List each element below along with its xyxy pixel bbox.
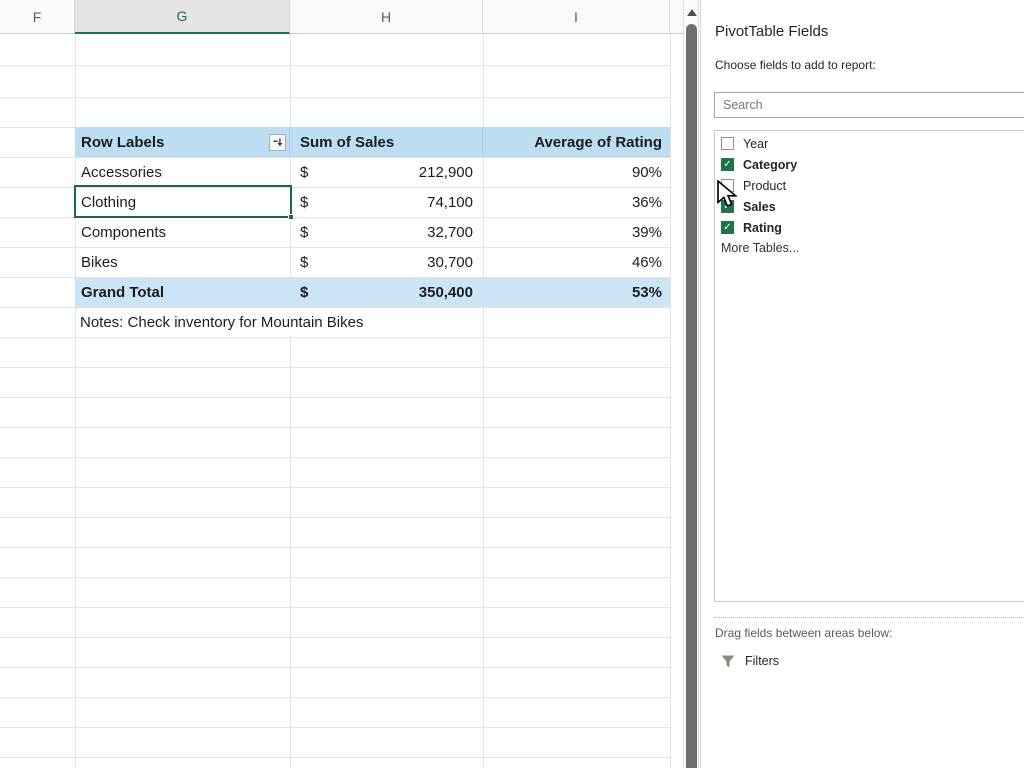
cell-text: 53% bbox=[632, 284, 662, 301]
currency-symbol: $ bbox=[300, 284, 308, 301]
pivot-header-sales-cell[interactable]: Sum of Sales bbox=[290, 127, 483, 157]
gridline-vertical bbox=[670, 34, 671, 768]
pivot-header-row: Row Labels Sum of Sales Average of Ratin… bbox=[75, 127, 670, 157]
currency-symbol: $ bbox=[300, 194, 308, 211]
currency-symbol: $ bbox=[300, 164, 308, 181]
cell-rating[interactable]: 39% bbox=[483, 217, 670, 247]
pane-subtitle: Choose fields to add to report: bbox=[715, 58, 876, 72]
column-header-F[interactable]: F bbox=[0, 0, 75, 34]
cell-text: 74,100 bbox=[427, 194, 473, 211]
field-item-year[interactable]: Year bbox=[715, 133, 1024, 154]
cell-text: 32,700 bbox=[427, 224, 473, 241]
cell-text: 46% bbox=[632, 254, 662, 271]
average-of-rating-text: Average of Rating bbox=[534, 134, 662, 151]
cell-sales[interactable]: $212,900 bbox=[290, 157, 483, 187]
pivot-header-row-labels-cell[interactable]: Row Labels bbox=[75, 127, 290, 157]
checkbox-checked-icon[interactable] bbox=[721, 158, 734, 171]
pivottable-fields-pane: PivotTable Fields Choose fields to add t… bbox=[700, 0, 1024, 768]
cell-text: Accessories bbox=[81, 164, 162, 181]
cell-text: Clothing bbox=[81, 194, 136, 211]
currency-symbol: $ bbox=[300, 254, 308, 271]
gridlines-horizontal bbox=[0, 34, 670, 128]
column-header-H[interactable]: H bbox=[290, 0, 483, 34]
column-letter: G bbox=[177, 8, 188, 24]
field-item-category[interactable]: Category bbox=[715, 154, 1024, 175]
cell-rating[interactable]: 90% bbox=[483, 157, 670, 187]
checkbox-checked-icon[interactable] bbox=[721, 200, 734, 213]
cell-grand-total-rating[interactable]: 53% bbox=[483, 278, 670, 307]
field-label: Category bbox=[743, 158, 797, 172]
field-label: Year bbox=[743, 137, 768, 151]
row-labels-text: Row Labels bbox=[81, 134, 164, 151]
pivot-row-bikes: Bikes $30,700 46% bbox=[75, 247, 670, 277]
cell-category[interactable]: Bikes bbox=[75, 247, 290, 277]
cell-sales[interactable]: $74,100 bbox=[290, 187, 483, 217]
checkbox-unchecked-icon[interactable] bbox=[721, 137, 734, 150]
cell-text: 30,700 bbox=[427, 254, 473, 271]
cell-text: Grand Total bbox=[81, 284, 164, 301]
field-list: Year Category Product Sales Rating More … bbox=[714, 130, 1024, 602]
notes-cell[interactable]: Notes: Check inventory for Mountain Bike… bbox=[76, 308, 482, 336]
pivot-header-rating-cell[interactable]: Average of Rating bbox=[483, 127, 670, 157]
cell-category[interactable]: Components bbox=[75, 217, 290, 247]
filters-area-label: Filters bbox=[745, 654, 779, 668]
currency-symbol: $ bbox=[300, 224, 308, 241]
cell-grand-total-label[interactable]: Grand Total bbox=[75, 278, 290, 307]
pivot-grand-total-row: Grand Total $350,400 53% bbox=[75, 277, 670, 307]
cell-category-selected[interactable]: Clothing bbox=[75, 187, 290, 217]
more-tables-link[interactable]: More Tables... bbox=[721, 241, 799, 255]
field-label: Product bbox=[743, 179, 786, 193]
cell-text: 90% bbox=[632, 164, 662, 181]
cell-text: 39% bbox=[632, 224, 662, 241]
drag-fields-hint: Drag fields between areas below: bbox=[715, 626, 892, 640]
field-item-rating[interactable]: Rating bbox=[715, 217, 1024, 238]
column-letter: H bbox=[381, 9, 391, 25]
vertical-scrollbar[interactable] bbox=[683, 0, 699, 768]
cell-text: 212,900 bbox=[419, 164, 473, 181]
checkbox-checked-icon[interactable] bbox=[721, 221, 734, 234]
scrollbar-thumb[interactable] bbox=[686, 24, 697, 768]
cell-category[interactable]: Accessories bbox=[75, 157, 290, 187]
cell-sales[interactable]: $30,700 bbox=[290, 247, 483, 277]
pane-divider bbox=[714, 617, 1024, 618]
cell-text: Components bbox=[81, 224, 166, 241]
column-header-strip: F G H I bbox=[0, 0, 683, 34]
checkbox-unchecked-icon[interactable] bbox=[721, 179, 734, 192]
filters-area-header: Filters bbox=[721, 654, 779, 668]
cell-text: Bikes bbox=[81, 254, 118, 271]
cell-rating[interactable]: 46% bbox=[483, 247, 670, 277]
field-item-sales[interactable]: Sales bbox=[715, 196, 1024, 217]
filter-sort-icon bbox=[272, 137, 283, 148]
column-header-G-selected[interactable]: G bbox=[75, 0, 290, 34]
sum-of-sales-text: Sum of Sales bbox=[300, 134, 394, 151]
filter-funnel-icon bbox=[721, 655, 735, 668]
pivot-row-components: Components $32,700 39% bbox=[75, 217, 670, 247]
column-header-I[interactable]: I bbox=[483, 0, 670, 34]
spreadsheet-grid: F G H I Row Labels bbox=[0, 0, 683, 768]
column-letter: I bbox=[574, 9, 578, 25]
fields-search-input[interactable] bbox=[714, 92, 1024, 118]
scroll-up-arrow-icon[interactable] bbox=[687, 9, 697, 16]
cell-grand-total-sales[interactable]: $350,400 bbox=[290, 278, 483, 307]
column-letter: F bbox=[33, 9, 42, 25]
field-label: Sales bbox=[743, 200, 776, 214]
field-item-product[interactable]: Product bbox=[715, 175, 1024, 196]
cell-text: 36% bbox=[632, 194, 662, 211]
field-label: Rating bbox=[743, 221, 782, 235]
cell-sales[interactable]: $32,700 bbox=[290, 217, 483, 247]
notes-text: Notes: Check inventory for Mountain Bike… bbox=[80, 314, 363, 331]
pane-title: PivotTable Fields bbox=[715, 23, 828, 40]
cell-text: 350,400 bbox=[419, 284, 473, 301]
pivot-row-clothing: Clothing $74,100 36% bbox=[75, 187, 670, 217]
cell-rating[interactable]: 36% bbox=[483, 187, 670, 217]
pivot-row-accessories: Accessories $212,900 90% bbox=[75, 157, 670, 187]
row-labels-filter-button[interactable] bbox=[269, 134, 286, 151]
excel-window: F G H I Row Labels bbox=[0, 0, 1024, 768]
